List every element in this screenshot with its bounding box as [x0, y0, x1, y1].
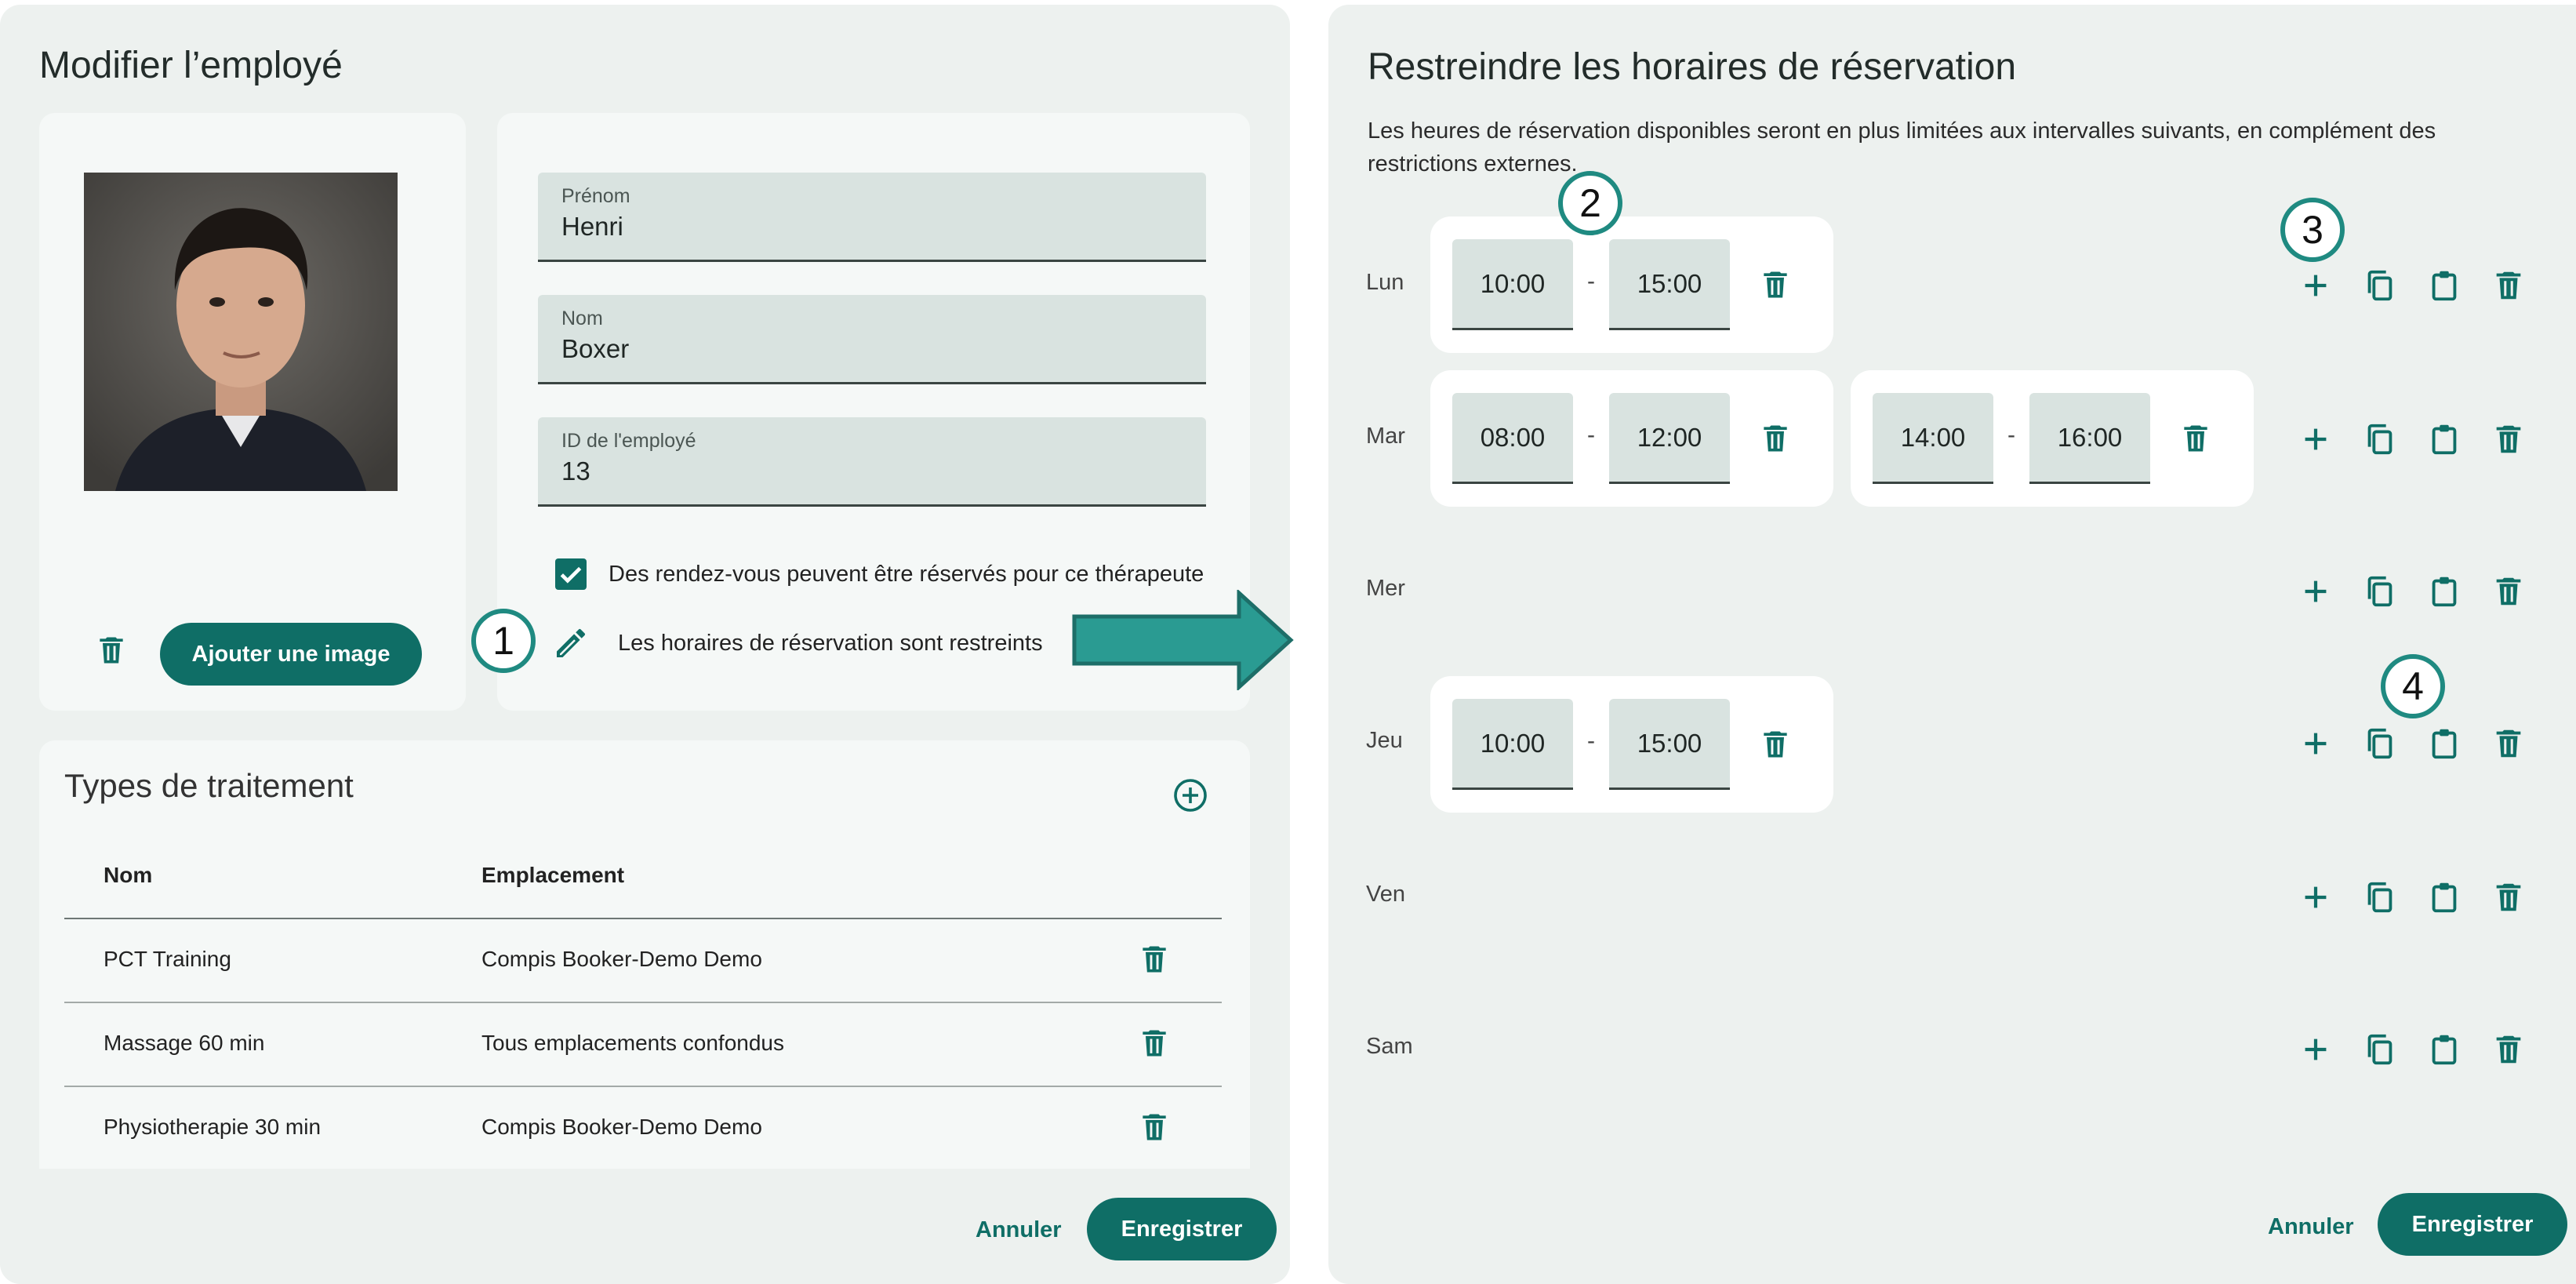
column-header-name: Nom	[104, 863, 153, 887]
paste-icon[interactable]	[2426, 267, 2462, 304]
end-time-input[interactable]: 16:00	[2029, 393, 2150, 484]
paste-icon[interactable]	[2426, 573, 2462, 610]
delete-image-icon[interactable]	[94, 631, 129, 670]
day-label-sam: Sam	[1366, 1034, 1413, 1059]
save-button[interactable]: Enregistrer	[1087, 1198, 1277, 1260]
photo-card: Ajouter une image	[39, 113, 466, 711]
paste-icon[interactable]	[2426, 725, 2462, 762]
treatment-name: Physiotherapie 30 min	[104, 1115, 322, 1139]
delete-slot-icon[interactable]	[1758, 265, 1793, 304]
callout-2: 2	[1558, 171, 1622, 235]
treatment-location: Tous emplacements confondus	[481, 1031, 784, 1055]
paste-icon[interactable]	[2426, 878, 2462, 916]
delete-slot-icon[interactable]	[1758, 725, 1793, 764]
add-slot-icon[interactable]	[2298, 725, 2334, 762]
add-slot-icon[interactable]	[2298, 267, 2334, 304]
callout-4: 4	[2381, 654, 2445, 718]
delete-day-icon[interactable]	[2491, 1031, 2527, 1068]
delete-treatment-icon[interactable]	[1137, 1108, 1172, 1147]
treatment-name: Massage 60 min	[104, 1031, 265, 1055]
dialog-description: Les heures de réservation disponibles se…	[1368, 118, 2436, 176]
restricted-hours-label: Les horaires de réservation sont restrei…	[618, 631, 1043, 656]
row-divider	[64, 1086, 1222, 1087]
last-name-field[interactable]: Nom Boxer	[538, 295, 1206, 384]
delete-day-icon[interactable]	[2491, 420, 2527, 458]
treatment-location: Compis Booker-Demo Demo	[481, 1115, 762, 1139]
last-name-value: Boxer	[561, 334, 630, 363]
end-time-input[interactable]: 12:00	[1609, 393, 1730, 484]
column-header-location: Emplacement	[481, 863, 625, 887]
copy-icon[interactable]	[2362, 878, 2398, 916]
employee-photo	[84, 173, 398, 491]
day-label-lun: Lun	[1366, 270, 1404, 295]
day-label-ven: Ven	[1366, 882, 1405, 907]
end-time-input[interactable]: 15:00	[1609, 699, 1730, 790]
copy-icon[interactable]	[2362, 573, 2398, 610]
employee-id-field[interactable]: ID de l'employé 13	[538, 417, 1206, 507]
time-slot-card: 08:00 - 12:00	[1430, 370, 1833, 507]
end-time-input[interactable]: 15:00	[1609, 239, 1730, 330]
day-label-mar: Mar	[1366, 424, 1405, 449]
add-treatment-icon[interactable]	[1172, 777, 1209, 814]
paste-icon[interactable]	[2426, 1031, 2462, 1068]
employee-id-value: 13	[561, 456, 590, 486]
delete-slot-icon[interactable]	[1758, 419, 1793, 458]
arrow-graphic	[1071, 588, 1294, 692]
time-slot-card: 10:00 - 15:00	[1430, 216, 1833, 353]
time-slot-card: 10:00 - 15:00	[1430, 676, 1833, 813]
time-separator: -	[1587, 268, 1595, 294]
treatment-location: Compis Booker-Demo Demo	[481, 947, 762, 971]
bookable-label: Des rendez-vous peuvent être réservés po…	[609, 562, 1204, 587]
last-name-label: Nom	[561, 307, 603, 329]
delete-day-icon[interactable]	[2491, 725, 2527, 762]
start-time-input[interactable]: 08:00	[1452, 393, 1573, 484]
add-slot-icon[interactable]	[2298, 878, 2334, 916]
time-slot-card: 14:00 - 16:00	[1851, 370, 2254, 507]
cancel-button[interactable]: Annuler	[2268, 1214, 2354, 1240]
paste-icon[interactable]	[2426, 420, 2462, 458]
delete-day-icon[interactable]	[2491, 267, 2527, 304]
start-time-input[interactable]: 10:00	[1452, 239, 1573, 330]
time-separator: -	[1587, 422, 1595, 448]
dialog-title: Restreindre les horaires de réservation	[1368, 46, 2017, 88]
copy-icon[interactable]	[2362, 420, 2398, 458]
first-name-label: Prénom	[561, 185, 630, 207]
save-button[interactable]: Enregistrer	[2378, 1193, 2567, 1256]
add-image-button[interactable]: Ajouter une image	[160, 623, 422, 686]
delete-day-icon[interactable]	[2491, 878, 2527, 916]
time-separator: -	[1587, 728, 1595, 754]
callout-1: 1	[471, 609, 536, 673]
bookable-checkbox[interactable]	[555, 558, 587, 590]
delete-slot-icon[interactable]	[2178, 419, 2213, 458]
row-divider	[64, 1002, 1222, 1003]
edit-restrictions-icon[interactable]	[552, 624, 590, 662]
treatments-title: Types de traitement	[64, 767, 354, 804]
copy-icon[interactable]	[2362, 267, 2398, 304]
dialog-title: Modifier l’employé	[39, 45, 343, 86]
time-separator: -	[2007, 422, 2015, 448]
first-name-field[interactable]: Prénom Henri	[538, 173, 1206, 262]
callout-3: 3	[2280, 198, 2345, 262]
employee-id-label: ID de l'employé	[561, 430, 696, 452]
first-name-value: Henri	[561, 212, 623, 241]
start-time-input[interactable]: 14:00	[1873, 393, 1993, 484]
start-time-input[interactable]: 10:00	[1452, 699, 1573, 790]
delete-day-icon[interactable]	[2491, 573, 2527, 610]
copy-icon[interactable]	[2362, 725, 2398, 762]
treatment-name: PCT Training	[104, 947, 231, 971]
add-slot-icon[interactable]	[2298, 573, 2334, 610]
table-divider	[64, 918, 1222, 919]
copy-icon[interactable]	[2362, 1031, 2398, 1068]
add-slot-icon[interactable]	[2298, 1031, 2334, 1068]
cancel-button[interactable]: Annuler	[976, 1217, 1062, 1243]
delete-treatment-icon[interactable]	[1137, 940, 1172, 979]
delete-treatment-icon[interactable]	[1137, 1024, 1172, 1063]
restrict-hours-dialog: Restreindre les horaires de réservation …	[1328, 5, 2576, 1284]
day-label-jeu: Jeu	[1366, 728, 1403, 753]
day-label-mer: Mer	[1366, 576, 1405, 601]
add-slot-icon[interactable]	[2298, 420, 2334, 458]
